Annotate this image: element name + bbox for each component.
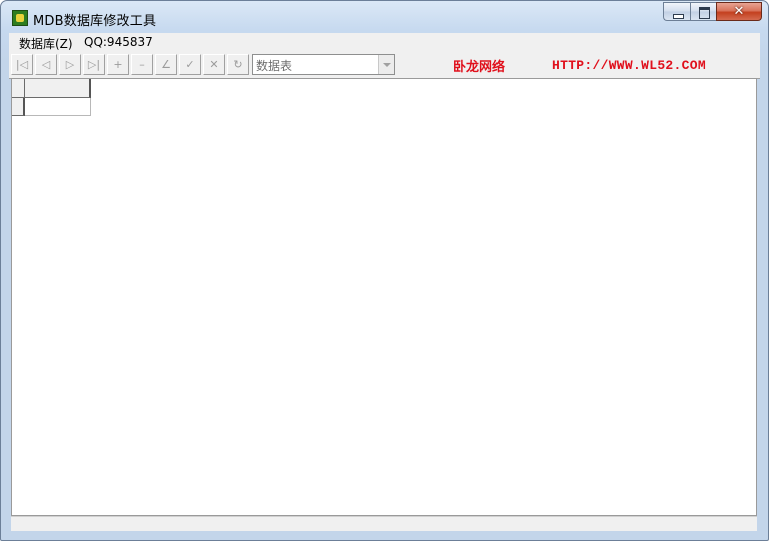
- insert-record-icon: +: [113, 58, 123, 71]
- maximize-button[interactable]: [690, 2, 716, 21]
- maximize-icon: [699, 7, 710, 19]
- last-record-button[interactable]: ▷|: [83, 54, 105, 75]
- grid-corner: [12, 79, 25, 98]
- chevron-down-icon[interactable]: [378, 55, 394, 74]
- last-record-icon: ▷|: [87, 58, 101, 71]
- next-record-button[interactable]: ▷: [59, 54, 81, 75]
- grid-row-indicator[interactable]: [12, 98, 25, 116]
- delete-record-icon: –: [139, 58, 145, 71]
- brand-label: 卧龙网络: [453, 60, 506, 75]
- title-bar[interactable]: MDB数据库修改工具 ✕: [1, 1, 768, 33]
- window-title: MDB数据库修改工具: [33, 14, 157, 29]
- status-bar: [11, 516, 757, 531]
- post-record-icon: ✓: [185, 58, 195, 71]
- close-button[interactable]: ✕: [716, 2, 762, 21]
- edit-record-icon: ∠: [161, 58, 171, 71]
- prior-record-icon: ◁: [41, 58, 51, 71]
- main-window: MDB数据库修改工具 ✕ 数据库(Z) QQ:945837 |◁ ◁ ▷ ▷| …: [0, 0, 769, 541]
- grid-column-header[interactable]: [25, 79, 91, 98]
- data-grid[interactable]: [11, 78, 757, 516]
- minimize-icon: [673, 14, 684, 19]
- delete-record-button[interactable]: –: [131, 54, 153, 75]
- table-select-value: 数据表: [256, 59, 293, 73]
- caption-buttons: ✕: [663, 2, 762, 22]
- first-record-icon: |◁: [15, 58, 29, 71]
- table-select[interactable]: 数据表: [252, 54, 395, 75]
- menu-database[interactable]: 数据库(Z): [19, 35, 73, 52]
- edit-record-button[interactable]: ∠: [155, 54, 177, 75]
- website-url[interactable]: HTTP://WWW.WL52.COM: [552, 58, 706, 73]
- prior-record-button[interactable]: ◁: [35, 54, 57, 75]
- insert-record-button[interactable]: +: [107, 54, 129, 75]
- minimize-button[interactable]: [663, 2, 690, 21]
- post-record-button[interactable]: ✓: [179, 54, 201, 75]
- db-navigator-toolbar: |◁ ◁ ▷ ▷| + – ∠ ✓ ✕ ↻ 数据表 卧龙网络 HTTP://WW…: [9, 53, 760, 79]
- menu-bar: 数据库(Z) QQ:945837: [9, 33, 760, 53]
- menu-qq[interactable]: QQ:945837: [84, 35, 153, 49]
- refresh-button[interactable]: ↻: [227, 54, 249, 75]
- cancel-edit-icon: ✕: [209, 58, 219, 71]
- close-icon: ✕: [733, 4, 745, 19]
- first-record-button[interactable]: |◁: [11, 54, 33, 75]
- next-record-icon: ▷: [65, 58, 75, 71]
- grid-cell[interactable]: [25, 98, 91, 116]
- refresh-icon: ↻: [233, 58, 243, 71]
- cancel-edit-button[interactable]: ✕: [203, 54, 225, 75]
- app-icon: [12, 10, 28, 26]
